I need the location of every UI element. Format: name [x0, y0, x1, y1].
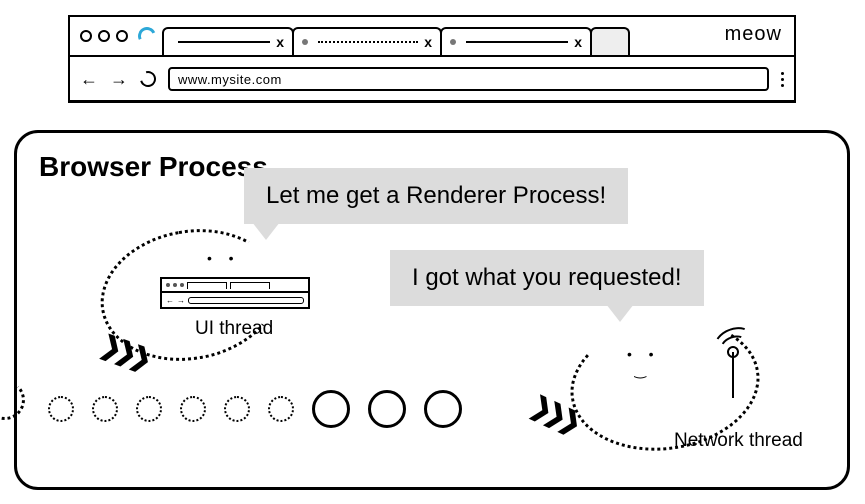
ui-thread-speech-bubble: Let me get a Renderer Process!: [244, 168, 628, 224]
tab-close-icon[interactable]: x: [574, 34, 582, 50]
progress-circles: [48, 390, 462, 428]
tab-close-icon[interactable]: x: [424, 34, 432, 50]
tab-close-icon[interactable]: x: [276, 34, 284, 50]
dotted-circle-icon: [268, 396, 294, 422]
network-thread-label: Network thread: [674, 430, 803, 452]
new-tab-button[interactable]: [590, 27, 630, 55]
address-bar[interactable]: www.mysite.com: [168, 67, 769, 91]
antenna-icon: [722, 330, 762, 400]
browser-tab[interactable]: x: [440, 27, 592, 55]
mini-browser-icon: ←→: [160, 277, 310, 309]
browser-brand: meow: [725, 23, 782, 46]
dotted-circle-icon: [224, 396, 250, 422]
back-icon[interactable]: ←: [80, 69, 98, 90]
browser-window: x x x meow ← → www.mysite.com: [68, 15, 796, 103]
network-thread-face-icon: • •‿: [627, 346, 657, 379]
solid-circle-icon: [368, 390, 406, 428]
ui-thread-label: UI thread: [195, 318, 273, 340]
solid-circle-icon: [424, 390, 462, 428]
menu-icon[interactable]: [781, 72, 784, 87]
network-thread-speech-bubble: I got what you requested!: [390, 250, 704, 306]
reload-icon[interactable]: [137, 68, 159, 90]
solid-circle-icon: [312, 390, 350, 428]
speech-text: I got what you requested!: [412, 264, 682, 291]
speech-text: Let me get a Renderer Process!: [266, 182, 606, 209]
dotted-circle-icon: [92, 396, 118, 422]
window-control-dot[interactable]: [98, 30, 110, 42]
window-control-dot[interactable]: [80, 30, 92, 42]
dotted-circle-icon: [48, 396, 74, 422]
loading-spinner-icon: [135, 24, 158, 47]
toolbar: ← → www.mysite.com: [70, 57, 794, 101]
dotted-circle-icon: [136, 396, 162, 422]
tab-bar: x x x meow: [70, 17, 794, 57]
forward-icon[interactable]: →: [110, 69, 128, 90]
window-control-dot[interactable]: [116, 30, 128, 42]
browser-tab[interactable]: x: [162, 27, 294, 55]
browser-tab[interactable]: x: [292, 27, 442, 55]
dotted-circle-icon: [180, 396, 206, 422]
address-text: www.mysite.com: [178, 72, 282, 87]
window-controls[interactable]: [80, 30, 128, 42]
